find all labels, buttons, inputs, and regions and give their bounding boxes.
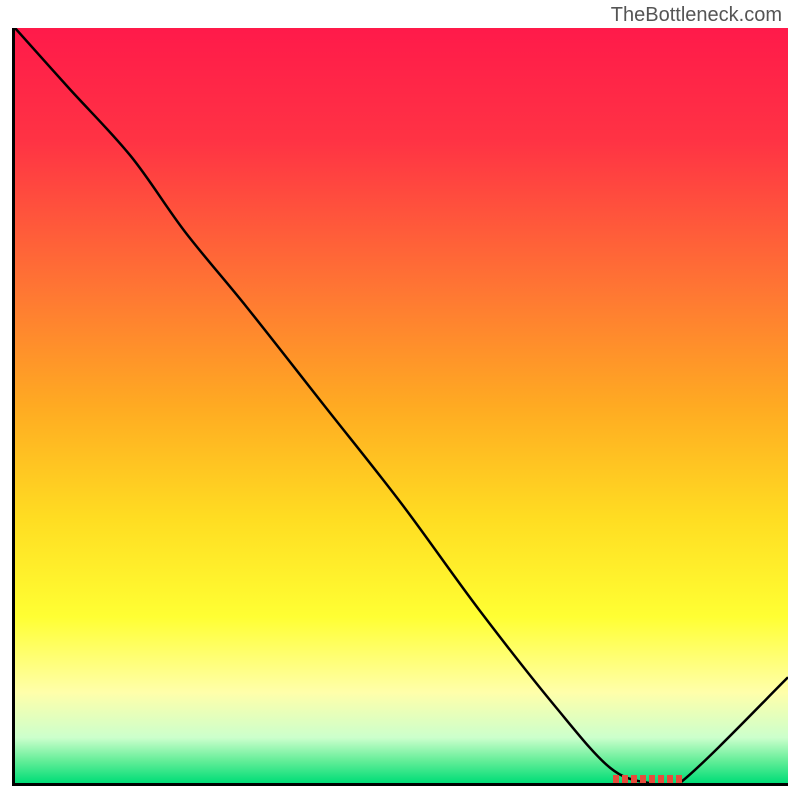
watermark-text: TheBottleneck.com [611,4,782,27]
chart-container [12,28,788,786]
plot-area [12,28,788,786]
optimal-zone-marker [613,775,683,783]
bottleneck-curve [15,28,788,783]
